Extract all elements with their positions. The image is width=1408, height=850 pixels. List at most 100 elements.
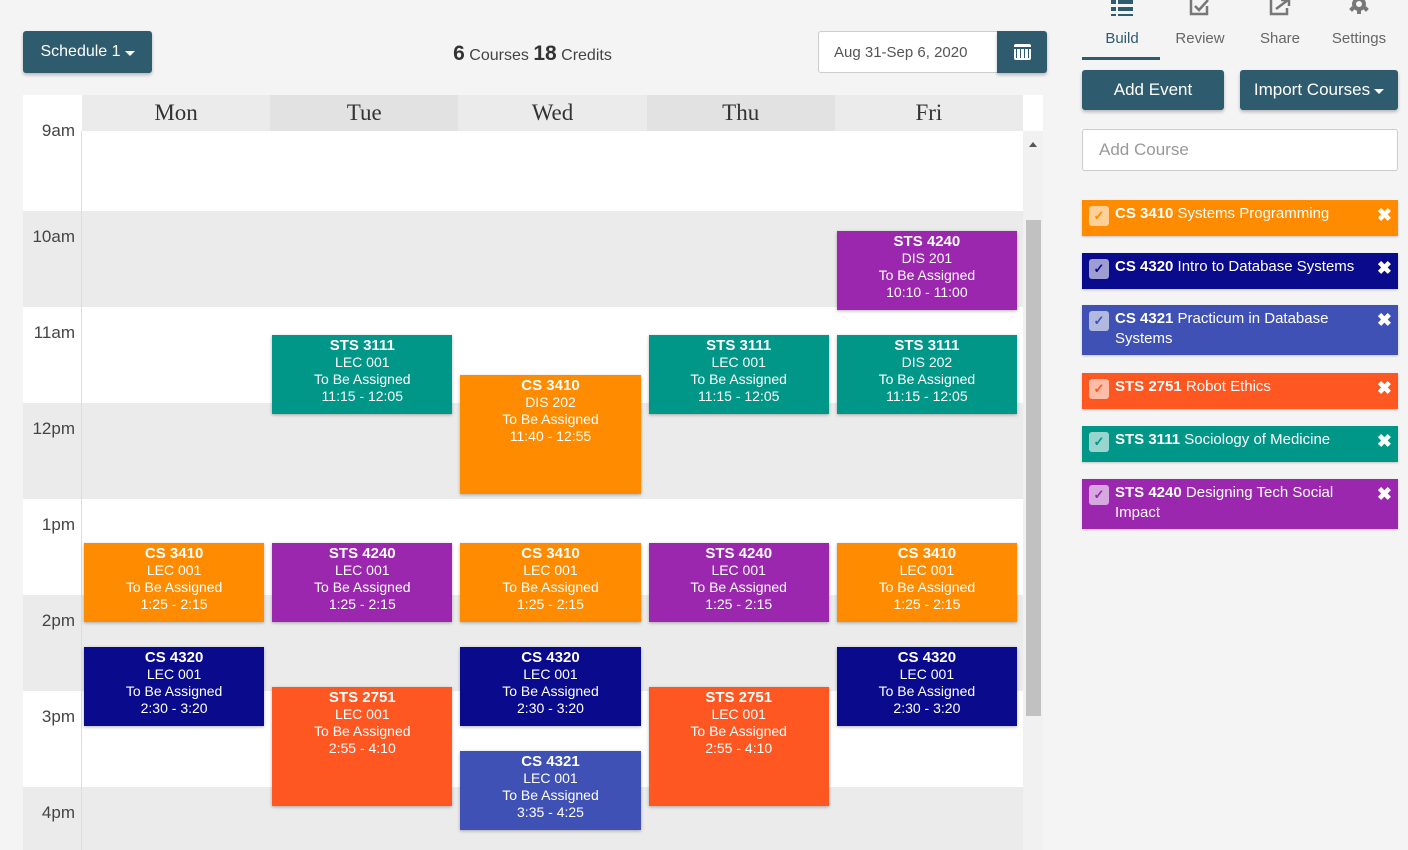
course-checkbox[interactable]: ✓	[1089, 206, 1109, 226]
course-checkbox[interactable]: ✓	[1089, 259, 1109, 279]
event-code: CS 4321	[521, 753, 580, 770]
event-section: LEC 001	[335, 562, 390, 578]
credits-count: 18	[533, 42, 557, 65]
remove-course-icon[interactable]: ✖	[1377, 484, 1392, 504]
list-icon	[1111, 0, 1133, 16]
event-section: LEC 001	[523, 770, 578, 786]
course-title: Systems Programming	[1177, 205, 1330, 222]
add-event-button[interactable]: Add Event	[1082, 70, 1224, 110]
event-block[interactable]: STS 2751 LEC 001 To Be Assigned 2:55 - 4:10	[648, 687, 829, 806]
import-courses-button[interactable]: Import Courses	[1240, 70, 1398, 110]
event-block[interactable]: CS 3410 LEC 001 To Be Assigned 1:25 - 2:15	[84, 543, 265, 622]
tab-build-label: Build	[1105, 30, 1139, 47]
event-code: STS 3111	[894, 337, 960, 354]
event-block[interactable]: STS 3111 DIS 202 To Be Assigned 11:15 - 12:…	[836, 335, 1017, 414]
event-block[interactable]: STS 2751 LEC 001 To Be Assigned 2:55 - 4:10	[272, 687, 453, 806]
time-divider	[81, 131, 82, 850]
course-checkbox[interactable]: ✓	[1089, 432, 1109, 452]
tab-review[interactable]: Review	[1160, 0, 1240, 60]
tab-share[interactable]: Share	[1240, 0, 1320, 60]
schedule-main: Schedule 1 6 Courses 18 Credits Aug 31-S…	[0, 0, 1068, 850]
chevron-down-icon	[124, 50, 135, 56]
remove-course-icon[interactable]: ✖	[1377, 205, 1392, 225]
event-section: LEC 001	[899, 562, 955, 578]
event-section: LEC 001	[335, 706, 390, 722]
event-time: 2:30 - 3:20	[893, 700, 961, 716]
hour-label: 3pm	[41, 707, 75, 726]
calendar-icon	[1013, 44, 1031, 60]
event-block[interactable]: CS 4321 LEC 001 To Be Assigned 3:35 - 4:25	[460, 751, 641, 830]
course-title: Sociology of Medicine	[1184, 431, 1331, 448]
event-time: 2:30 - 3:20	[140, 700, 208, 716]
event-time: 10:10 - 11:00	[886, 284, 968, 300]
course-item[interactable]: ✓ STS 3111 Sociology of Medicine ✖	[1082, 426, 1398, 462]
event-block[interactable]: CS 4320 LEC 001 To Be Assigned 2:30 - 3:20	[460, 647, 641, 726]
tab-share-label: Share	[1259, 30, 1301, 47]
remove-course-icon[interactable]: ✖	[1377, 378, 1392, 398]
event-block[interactable]: STS 4240 LEC 001 To Be Assigned 1:25 - 2:15	[648, 543, 829, 622]
course-checkbox[interactable]: ✓	[1089, 485, 1109, 505]
event-time: 11:15 - 12:05	[697, 388, 780, 404]
event-room: To Be Assigned	[502, 411, 599, 427]
day-header-mon: Mon	[82, 95, 271, 131]
checkmark-icon: ✓	[1093, 261, 1105, 276]
event-time: 2:55 - 4:10	[328, 740, 396, 756]
event-room: To Be Assigned	[690, 723, 787, 739]
course-code: STS 4240	[1115, 484, 1182, 501]
event-time: 1:25 - 2:15	[517, 596, 584, 612]
hour-label: 11am	[33, 323, 75, 342]
course-item[interactable]: ✓ STS 2751 Robot Ethics ✖	[1082, 373, 1398, 409]
course-item[interactable]: ✓ CS 4320 Intro to Database Systems ✖	[1082, 253, 1398, 289]
add-course-input[interactable]	[1082, 129, 1398, 171]
course-code: CS 4320	[1115, 258, 1174, 275]
checkmark-icon: ✓	[1093, 313, 1105, 328]
schedule-summary: 6 Courses 18 Credits	[380, 42, 685, 66]
event-code: STS 2751	[328, 689, 396, 706]
course-item[interactable]: ✓ CS 3410 Systems Programming ✖	[1082, 200, 1398, 236]
schedule-select-button[interactable]: Schedule 1	[23, 31, 152, 73]
course-item[interactable]: ✓ STS 4240 Designing Tech Social Impact ✖	[1082, 479, 1398, 529]
course-checkbox[interactable]: ✓	[1089, 379, 1109, 399]
active-tab-indicator	[1082, 57, 1160, 60]
hour-label: 10am	[32, 227, 75, 246]
time-column: 9am 10am 11am 12pm 1pm 2pm 3pm 4pm	[23, 121, 81, 850]
event-block[interactable]: STS 4240 DIS 201 To Be Assigned 10:10 - 11:…	[836, 231, 1017, 310]
event-code: CS 3410	[521, 545, 580, 562]
event-section: LEC 001	[711, 706, 766, 722]
checkmark-icon: ✓	[1093, 434, 1105, 449]
edit-check-icon	[1189, 0, 1209, 16]
date-range-field[interactable]: Aug 31-Sep 6, 2020	[818, 31, 998, 73]
event-code: CS 3410	[144, 545, 204, 562]
event-room: To Be Assigned	[314, 371, 411, 387]
event-block[interactable]: CS 4320 LEC 001 To Be Assigned 2:30 - 3:20	[84, 647, 265, 726]
remove-course-icon[interactable]: ✖	[1377, 258, 1392, 278]
event-block[interactable]: STS 4240 LEC 001 To Be Assigned 1:25 - 2:15	[272, 543, 453, 622]
course-checkbox[interactable]: ✓	[1089, 311, 1109, 331]
event-time: 3:35 - 4:25	[517, 804, 584, 820]
credits-label: Credits	[561, 47, 612, 64]
event-code: CS 4320	[897, 649, 957, 666]
event-block[interactable]: CS 3410 DIS 202 To Be Assigned 11:40 - 12:5…	[460, 375, 641, 494]
calendar-picker-button[interactable]	[997, 31, 1047, 73]
scroll-up-icon[interactable]	[1029, 142, 1037, 147]
day-header-thu: Thu	[646, 95, 835, 131]
hour-label: 4pm	[41, 803, 75, 822]
event-code: CS 3410	[521, 377, 580, 394]
week-calendar: 9am 10am 11am 12pm 1pm 2pm 3pm 4pm Mon Tue Wed Thu…	[23, 95, 1043, 850]
tab-review-label: Review	[1175, 30, 1225, 47]
event-block[interactable]: CS 4320 LEC 001 To Be Assigned 2:30 - 3:20	[836, 647, 1017, 726]
event-block[interactable]: STS 3111 LEC 001 To Be Assigned 11:15 - 12:…	[272, 335, 453, 414]
event-block[interactable]: STS 3111 LEC 001 To Be Assigned 11:15 - 12:…	[648, 335, 829, 414]
event-room: To Be Assigned	[878, 371, 976, 387]
scroll-thumb[interactable]	[1026, 220, 1041, 716]
event-block[interactable]: CS 3410 LEC 001 To Be Assigned 1:25 - 2:15	[460, 543, 641, 622]
event-block[interactable]: CS 3410 LEC 001 To Be Assigned 1:25 - 2:15	[836, 543, 1017, 622]
course-item[interactable]: ✓ CS 4321 Practicum in Database Systems ✖	[1082, 305, 1398, 355]
event-room: To Be Assigned	[878, 683, 976, 699]
remove-course-icon[interactable]: ✖	[1377, 431, 1392, 451]
tab-settings[interactable]: Settings	[1319, 0, 1399, 60]
gear-icon	[1349, 0, 1369, 14]
tab-build[interactable]: Build	[1082, 0, 1162, 60]
event-section: LEC 001	[523, 562, 578, 578]
remove-course-icon[interactable]: ✖	[1377, 310, 1392, 330]
